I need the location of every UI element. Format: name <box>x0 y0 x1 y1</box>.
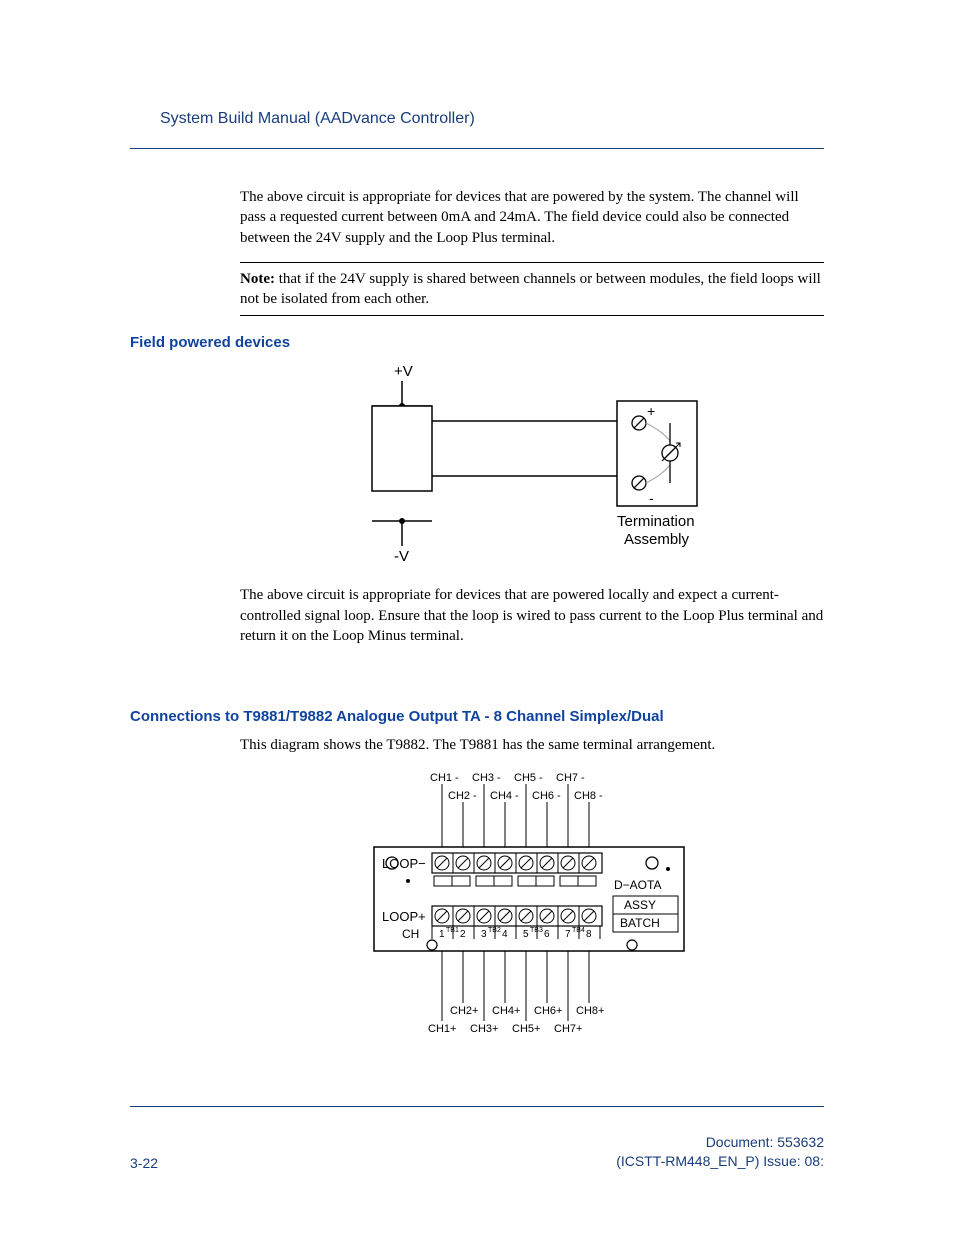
label-tb3: TB3 <box>530 927 543 934</box>
body-paragraph-3: This diagram shows the T9882. The T9881 … <box>240 735 824 755</box>
ch-num-8: 8 <box>586 929 592 940</box>
label-ch3-plus: CH3+ <box>470 1023 498 1035</box>
figure-field-powered-circuit: +V -V + - <box>240 361 824 571</box>
label-batch: BATCH <box>620 916 660 930</box>
label-ch4-minus: CH4 - <box>490 790 519 802</box>
footer-doc-line2: (ICSTT-RM448_EN_P) Issue: 08: <box>616 1152 824 1171</box>
label-plus-v: +V <box>394 363 413 380</box>
body-paragraph-1: The above circuit is appropriate for dev… <box>240 187 824 248</box>
note-text: that if the 24V supply is shared between… <box>240 271 821 307</box>
label-ch7-minus: CH7 - <box>556 772 585 784</box>
label-tb4: TB4 <box>572 927 585 934</box>
footer-doc-line1: Document: 553632 <box>616 1133 824 1152</box>
label-ch5-plus: CH5+ <box>512 1023 540 1035</box>
label-ch8-plus: CH8+ <box>576 1005 604 1017</box>
label-ch1-plus: CH1+ <box>428 1023 456 1035</box>
label-ch1-minus: CH1 - <box>430 772 459 784</box>
page-footer: 3-22 Document: 553632 (ICSTT-RM448_EN_P)… <box>130 1133 824 1171</box>
ch-num-4: 4 <box>502 929 508 940</box>
footer-rule <box>130 1106 824 1107</box>
header-rule <box>130 148 824 149</box>
label-term-plus: + <box>647 403 655 419</box>
body-paragraph-2: The above circuit is appropriate for dev… <box>240 585 824 646</box>
label-term-minus: - <box>649 490 654 506</box>
label-ch6-plus: CH6+ <box>534 1005 562 1017</box>
label-loop-plus: LOOP+ <box>382 909 426 924</box>
ch-num-1: 1 <box>439 929 445 940</box>
page-header-title: System Build Manual (AADvance Controller… <box>160 110 824 128</box>
label-ch2-minus: CH2 - <box>448 790 477 802</box>
label-ch3-minus: CH3 - <box>472 772 501 784</box>
label-termination: Termination <box>617 513 695 530</box>
label-loop-minus: LOOP− <box>382 856 426 871</box>
section-heading-field-powered: Field powered devices <box>130 334 824 351</box>
ch-num-5: 5 <box>523 929 529 940</box>
footer-page-number: 3-22 <box>130 1155 158 1171</box>
label-ch7-plus: CH7+ <box>554 1023 582 1035</box>
label-ch: CH <box>402 927 419 941</box>
label-tb1: TB1 <box>446 927 459 934</box>
label-d-aota: D−AOTA <box>614 878 661 892</box>
section-heading-connections: Connections to T9881/T9882 Analogue Outp… <box>130 708 824 725</box>
label-ch4-plus: CH4+ <box>492 1005 520 1017</box>
label-tb2: TB2 <box>488 927 501 934</box>
label-ch6-minus: CH6 - <box>532 790 561 802</box>
ch-num-3: 3 <box>481 929 487 940</box>
ch-num-6: 6 <box>544 929 550 940</box>
note-box: Note: that if the 24V supply is shared b… <box>240 262 824 317</box>
label-ch2-plus: CH2+ <box>450 1005 478 1017</box>
label-assembly: Assembly <box>624 531 690 548</box>
label-ch5-minus: CH5 - <box>514 772 543 784</box>
label-assy: ASSY <box>624 898 656 912</box>
label-minus-v: -V <box>394 548 409 565</box>
figure-t9882-diagram: CH1 - CH3 - CH5 - CH7 - CH2 - CH4 - CH6 … <box>240 769 824 1049</box>
label-ch8-minus: CH8 - <box>574 790 603 802</box>
note-label: Note: <box>240 271 275 287</box>
ch-num-2: 2 <box>460 929 466 940</box>
ch-num-7: 7 <box>565 929 571 940</box>
